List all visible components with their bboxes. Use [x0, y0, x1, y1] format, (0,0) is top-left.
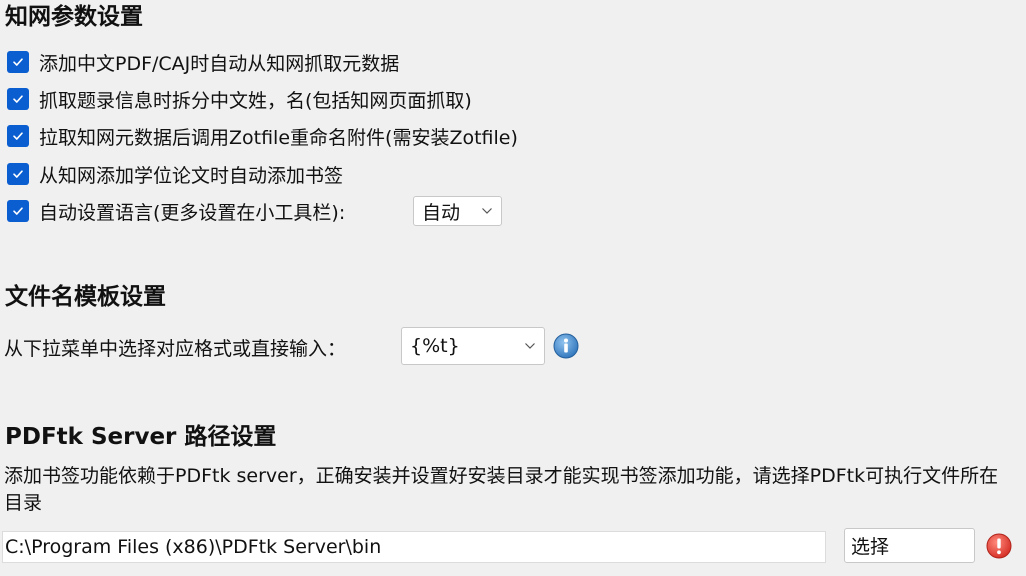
cnki-section-title: 知网参数设置 [5, 4, 143, 30]
pdftk-path-input[interactable] [2, 531, 826, 563]
filename-template-select[interactable]: {%t} [401, 327, 545, 365]
chevron-down-icon [481, 207, 493, 215]
checkbox-row-zotfile-rename[interactable]: 拉取知网元数据后调用Zotfile重命名附件(需安装Zotfile) [7, 123, 518, 149]
checkbox-zotfile-rename[interactable] [7, 125, 29, 147]
check-icon [13, 58, 23, 66]
checkbox-label: 自动设置语言(更多设置在小工具栏): [39, 201, 346, 224]
checkbox-row-auto-language[interactable]: 自动设置语言(更多设置在小工具栏): [7, 198, 345, 224]
checkbox-label: 拉取知网元数据后调用Zotfile重命名附件(需安装Zotfile) [39, 126, 518, 149]
filename-section-title: 文件名模板设置 [5, 284, 166, 310]
checkbox-split-chinese-name[interactable] [7, 88, 29, 110]
checkbox-label: 添加中文PDF/CAJ时自动从知网抓取元数据 [39, 52, 400, 75]
chevron-down-icon [524, 342, 536, 350]
check-icon [13, 132, 23, 140]
language-select[interactable]: 自动 [413, 196, 502, 226]
language-select-value: 自动 [422, 201, 461, 224]
filename-template-value: {%t} [410, 335, 460, 357]
checkbox-thesis-bookmark[interactable] [7, 163, 29, 185]
checkbox-auto-language[interactable] [7, 200, 29, 222]
error-icon [986, 533, 1012, 559]
info-icon[interactable] [553, 333, 579, 359]
checkbox-label: 从知网添加学位论文时自动添加书签 [39, 164, 344, 187]
check-icon [13, 95, 23, 103]
filename-template-prompt: 从下拉菜单中选择对应格式或直接输入： [4, 338, 347, 360]
check-icon [13, 170, 23, 178]
pdftk-description: 添加书签功能依赖于PDFtk server，正确安装并设置好安装目录才能实现书签… [4, 465, 999, 514]
checkbox-label: 抓取题录信息时拆分中文姓，名(包括知网页面抓取) [39, 89, 472, 112]
checkbox-row-thesis-bookmark[interactable]: 从知网添加学位论文时自动添加书签 [7, 161, 343, 187]
checkbox-row-auto-fetch-metadata[interactable]: 添加中文PDF/CAJ时自动从知网抓取元数据 [7, 49, 399, 75]
choose-directory-button[interactable]: 选择 [844, 528, 975, 563]
check-icon [13, 207, 23, 215]
checkbox-auto-fetch-metadata[interactable] [7, 51, 29, 73]
pdftk-section-title: PDFtk Server 路径设置 [5, 424, 277, 450]
checkbox-row-split-chinese-name[interactable]: 抓取题录信息时拆分中文姓，名(包括知网页面抓取) [7, 86, 472, 112]
